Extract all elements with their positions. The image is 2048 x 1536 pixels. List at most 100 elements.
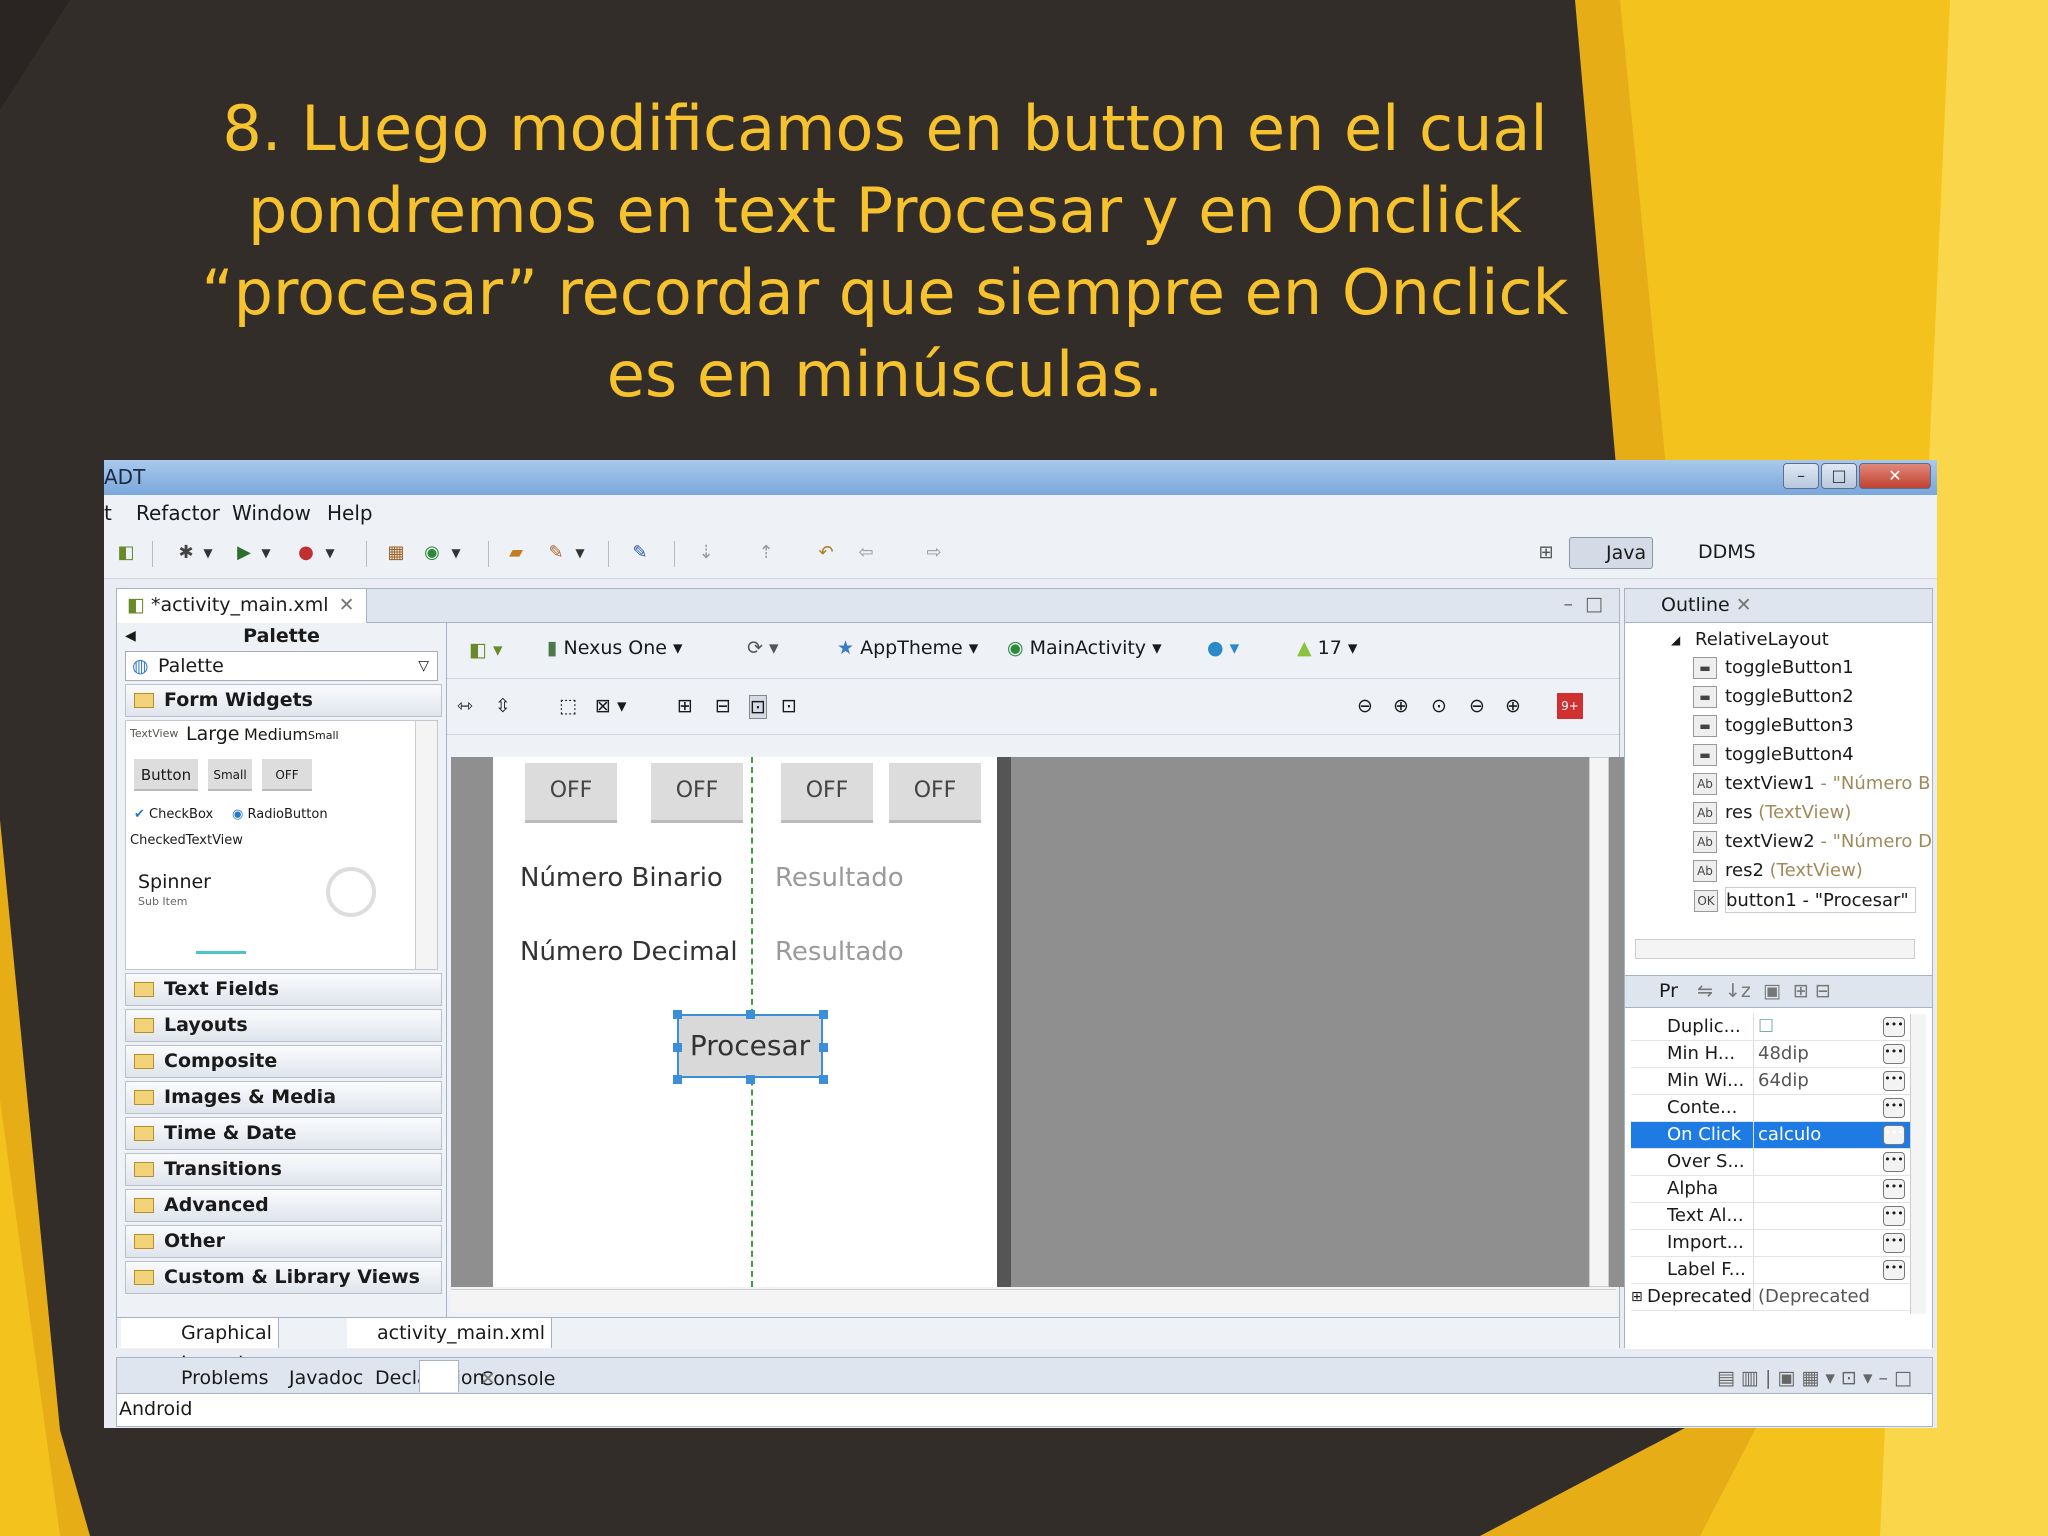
outline-item[interactable]: ▬ toggleButton4 — [1693, 742, 1854, 768]
more-icon[interactable]: ••• — [1883, 1233, 1905, 1253]
java-perspective-button[interactable]: Java — [1569, 537, 1654, 569]
more-icon[interactable]: ••• — [1883, 1098, 1905, 1118]
canvas-horizontal-scrollbar[interactable] — [451, 1289, 1616, 1313]
menu-window[interactable]: Window — [232, 501, 311, 525]
outline-item[interactable]: ▬ toggleButton2 — [1693, 684, 1854, 710]
property-value[interactable] — [1753, 1257, 1871, 1283]
layout-actions-icon[interactable]: ⊠ ▾ — [595, 695, 627, 717]
palette-category[interactable]: Time & Date — [125, 1117, 442, 1150]
property-value[interactable]: 48dip — [1753, 1041, 1871, 1067]
tab-javadoc[interactable]: Javadoc — [229, 1360, 363, 1392]
property-value[interactable] — [1753, 1203, 1871, 1229]
outline-item[interactable]: Ab res2 (TextView) — [1693, 858, 1863, 884]
tab-problems[interactable]: Problems — [121, 1360, 269, 1392]
palette-category[interactable]: Transitions — [125, 1153, 442, 1186]
palette-category[interactable]: Other — [125, 1225, 442, 1258]
widget-toggle-button[interactable]: OFF — [262, 759, 312, 791]
zoom-out-icon[interactable]: ⊖ — [1357, 695, 1373, 717]
outline-item[interactable]: Ab res (TextView) — [1693, 800, 1851, 826]
widget-large-text[interactable]: Large — [186, 723, 239, 745]
toggle-mark-occurrences-icon[interactable]: ✎ — [628, 541, 652, 565]
property-row[interactable]: Import... ••• — [1631, 1230, 1921, 1257]
property-row[interactable]: Over S... ••• — [1631, 1149, 1921, 1176]
back-icon[interactable]: ⇦ — [854, 541, 878, 565]
outline-tab[interactable]: Outline ✕ — [1625, 589, 1932, 623]
resultado-binario[interactable]: Resultado — [775, 863, 904, 893]
minimize-button[interactable]: – — [1783, 463, 1819, 489]
new-android-file-icon[interactable]: ◧ — [114, 541, 138, 565]
lint-warnings-icon[interactable]: 9+ — [1557, 693, 1583, 719]
widget-small-button[interactable]: Small — [208, 759, 252, 791]
palette-category[interactable]: Images & Media — [125, 1081, 442, 1114]
resize-handle[interactable] — [673, 1075, 682, 1084]
locale-globe-icon[interactable]: ● ▾ — [1207, 637, 1239, 659]
toggle-button-2[interactable]: OFF — [651, 763, 743, 823]
zoom-actual-icon[interactable]: ⊙ — [1431, 695, 1447, 717]
resize-handle[interactable] — [819, 1075, 828, 1084]
resize-handle[interactable] — [673, 1010, 682, 1019]
previous-annotation-icon[interactable]: ⇡ — [754, 541, 778, 565]
widget-button[interactable]: Button — [134, 759, 198, 791]
zoom-fit-icon[interactable]: ⊕ — [1393, 695, 1409, 717]
property-value[interactable]: 64dip — [1753, 1068, 1871, 1094]
property-row-deprecated[interactable]: ⊞Deprecated(Deprecated ... — [1631, 1284, 1921, 1311]
zoom-minus-icon[interactable]: ⊖ — [1469, 695, 1485, 717]
ddms-perspective-button[interactable]: DDMS — [1664, 537, 1762, 569]
menu-help[interactable]: Help — [327, 501, 373, 525]
dropdown-arrow-icon[interactable]: ▼ — [318, 541, 342, 565]
widget-small-text[interactable]: Small — [308, 729, 339, 742]
new-java-package-icon[interactable]: ▦ — [384, 541, 408, 565]
tab-graphical-layout[interactable]: Graphical Layout — [121, 1318, 279, 1374]
property-value[interactable] — [1753, 1230, 1871, 1256]
more-icon[interactable]: ••• — [1883, 1071, 1905, 1091]
forward-icon[interactable]: ⇨ — [922, 541, 946, 565]
resize-handle[interactable] — [819, 1043, 828, 1052]
more-icon[interactable]: ••• — [1883, 1260, 1905, 1280]
dropdown-arrow-icon[interactable]: ▼ — [196, 541, 220, 565]
menu-refactor[interactable]: Refactor — [136, 501, 220, 525]
more-icon[interactable]: ••• — [1883, 1179, 1905, 1199]
collapse-arrow-icon[interactable]: ◀ — [125, 623, 136, 649]
palette-category[interactable]: Layouts — [125, 1009, 442, 1042]
orientation-icon[interactable]: ⟳ ▾ — [747, 637, 779, 659]
close-tab-icon[interactable]: ✕ — [1736, 594, 1752, 616]
widget-spinner[interactable]: Spinner — [138, 871, 211, 893]
run-icon[interactable]: ▶ — [232, 541, 256, 565]
next-annotation-icon[interactable]: ⇣ — [694, 541, 718, 565]
gravity-icon[interactable]: ⊟ — [715, 695, 731, 717]
toggle-button-3[interactable]: OFF — [781, 763, 873, 823]
procesar-button[interactable]: Procesar — [677, 1014, 823, 1078]
search-icon[interactable]: ✎ — [544, 541, 568, 565]
properties-toolbar-icons[interactable]: ⇋ ↓z ▣ ⊞ ⊟ — [1697, 976, 1831, 1006]
tab-declaration[interactable]: Declaration — [315, 1360, 485, 1392]
close-tab-icon[interactable]: ✕ — [450, 1363, 496, 1395]
palette-scrollbar[interactable] — [415, 721, 437, 969]
dropdown-arrow-icon[interactable]: ▼ — [568, 541, 592, 565]
outline-root[interactable]: ◢ RelativeLayout — [1671, 627, 1829, 653]
api-level-select[interactable]: ▲ 17 ▾ — [1297, 637, 1357, 659]
resize-handle[interactable] — [819, 1010, 828, 1019]
outline-item[interactable]: ▬ toggleButton1 — [1693, 655, 1854, 681]
property-row-onclick[interactable]: On Click calculo ••• — [1631, 1122, 1921, 1149]
properties-scrollbar[interactable] — [1910, 1014, 1926, 1314]
property-row[interactable]: Alpha ••• — [1631, 1176, 1921, 1203]
palette-category[interactable]: Custom & Library Views — [125, 1261, 442, 1294]
maximize-button[interactable]: □ — [1821, 463, 1857, 489]
open-perspective-icon[interactable]: ⊞ — [1534, 541, 1558, 565]
close-tab-icon[interactable]: ✕ — [339, 594, 355, 616]
editor-tab-activity-main[interactable]: ◧ *activity_main.xml ✕ — [117, 589, 367, 623]
resultado-decimal[interactable]: Resultado — [775, 937, 904, 967]
progress-circle-icon[interactable] — [326, 867, 376, 917]
menu-project[interactable]: t — [104, 501, 112, 525]
tab-console[interactable]: Console ✕ — [419, 1360, 555, 1392]
palette-select[interactable]: ◍ Palette ▽ — [125, 651, 438, 681]
more-icon[interactable]: ••• — [1883, 1152, 1905, 1172]
dropdown-arrow-icon[interactable]: ▼ — [444, 541, 468, 565]
more-icon[interactable]: ••• — [1883, 1017, 1905, 1037]
last-edit-icon[interactable]: ↶ — [814, 541, 838, 565]
outline-item[interactable]: ▬ toggleButton3 — [1693, 713, 1854, 739]
widget-radiobutton[interactable]: ◉ RadioButton — [232, 807, 328, 822]
onclick-value[interactable]: calculo — [1753, 1122, 1871, 1148]
zoom-plus-icon[interactable]: ⊕ — [1505, 695, 1521, 717]
property-row[interactable]: Duplic... ☐ ••• — [1631, 1014, 1921, 1041]
